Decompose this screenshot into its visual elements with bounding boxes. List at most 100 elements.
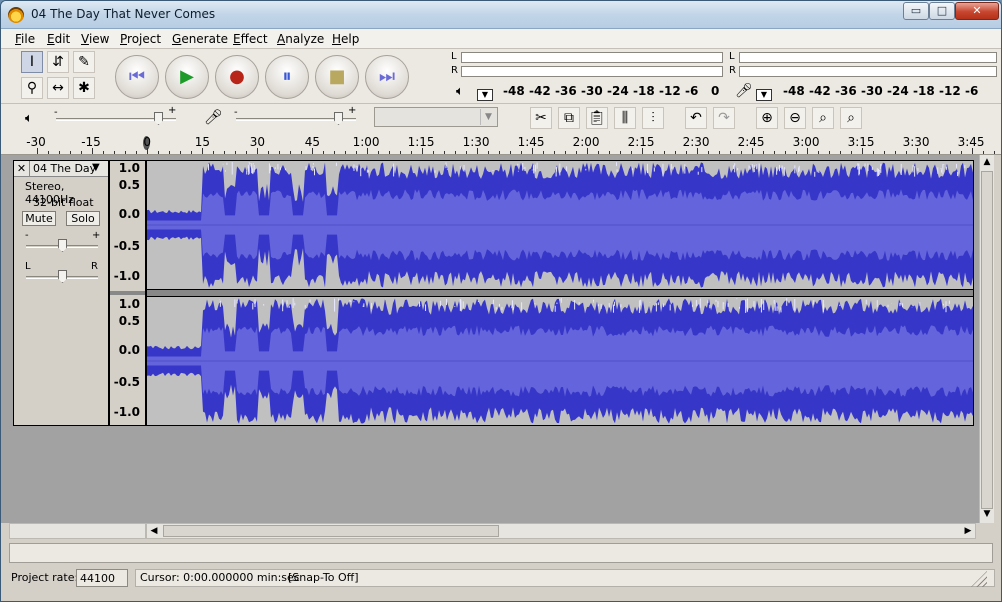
output-volume-thumb[interactable] — [154, 112, 163, 125]
ruler-label: 15 — [194, 135, 211, 149]
ruler-tick — [510, 151, 511, 154]
ruler-tick — [543, 151, 544, 154]
vertical-scrollbar[interactable]: ▲ ▼ — [979, 155, 994, 523]
meter-scale-label: -12 — [939, 84, 961, 98]
playback-meter-right — [461, 66, 723, 77]
pause-button[interactable]: ⏸ — [265, 55, 309, 99]
menu-accelerator: E — [233, 32, 241, 46]
record-meter-left — [739, 52, 997, 63]
trim-button[interactable]: ⫼ — [614, 107, 636, 129]
solo-button[interactable]: Solo — [66, 211, 100, 226]
amplitude-label: 0.0 — [118, 343, 140, 357]
ruler-tick — [653, 151, 654, 154]
menu-analyze[interactable]: Analyze — [277, 32, 324, 46]
undo-button[interactable]: ↶ — [685, 107, 707, 129]
ruler-tick — [554, 151, 555, 154]
envelope-tool-button[interactable]: ⇵ — [47, 51, 69, 73]
ruler-tick — [213, 151, 214, 154]
ruler-tick — [59, 151, 60, 154]
meter-scale-label: 0 — [711, 84, 720, 98]
gain-thumb[interactable] — [58, 239, 67, 252]
ruler-tick — [609, 151, 610, 154]
amplitude-label: 0.0 — [118, 207, 140, 221]
pan-thumb[interactable] — [58, 270, 67, 283]
paste-button[interactable]: 📋︎ — [586, 107, 608, 129]
mute-button[interactable]: Mute — [22, 211, 56, 226]
ruler-tick — [807, 148, 808, 154]
menu-view[interactable]: View — [81, 32, 109, 46]
scroll-up-icon[interactable]: ▲ — [980, 155, 994, 169]
ruler-tick — [48, 151, 49, 154]
track-menu-dropdown-icon[interactable]: ▼ — [92, 162, 100, 173]
skip-start-button[interactable]: ⏮ — [115, 55, 159, 99]
multi-tool-icon: ✱ — [78, 80, 90, 96]
scroll-right-icon[interactable]: ▶ — [961, 524, 975, 538]
horizontal-scrollbar[interactable]: ◀ ▶ — [146, 523, 976, 539]
playback-meter-menu-button[interactable]: ▼ — [477, 89, 493, 101]
input-volume-thumb[interactable] — [334, 112, 343, 125]
zoom-in-icon: ⊕ — [761, 110, 773, 126]
meter-scale-label: -6 — [965, 84, 979, 98]
redo-button[interactable]: ↷ — [713, 107, 735, 129]
scroll-down-icon[interactable]: ▼ — [980, 507, 994, 521]
menu-edit[interactable]: Edit — [47, 32, 70, 46]
window-title: 04 The Day That Never Comes — [31, 7, 216, 21]
ruler-tick — [323, 151, 324, 154]
silence-button[interactable]: ⫶ — [642, 107, 664, 129]
ruler-tick — [895, 151, 896, 154]
zoom-tool-button[interactable]: ⚲ — [21, 77, 43, 99]
draw-tool-icon: ✎ — [78, 54, 90, 70]
input-source-select[interactable]: ▼ — [374, 107, 498, 127]
vertical-scroll-thumb[interactable] — [981, 171, 993, 509]
track-close-button[interactable]: ✕ — [14, 161, 30, 176]
ruler-tick — [730, 151, 731, 154]
ruler-tick — [202, 148, 203, 154]
ruler-tick — [840, 151, 841, 154]
timeshift-tool-icon: ↔ — [52, 80, 64, 96]
menu-project[interactable]: Project — [120, 32, 161, 46]
timeshift-tool-button[interactable]: ↔ — [47, 77, 69, 99]
ruler-label: -15 — [81, 135, 101, 149]
ruler-tick — [125, 151, 126, 154]
ruler-tick — [81, 151, 82, 154]
zoom-out-button[interactable]: ⊖ — [784, 107, 806, 129]
copy-button[interactable]: ⧉ — [558, 107, 580, 129]
minimize-button[interactable]: ▭ — [903, 2, 929, 20]
record-meter-menu-button[interactable]: ▼ — [756, 89, 772, 101]
waveform-right-channel[interactable] — [146, 296, 974, 426]
menu-effect[interactable]: Effect — [233, 32, 268, 46]
timeline-ruler[interactable]: -30 -15 0 15 30 45 1:00 1:15 1:30 1:45 2:00 2:15 2:3… — [1, 133, 1001, 155]
ruler-label: 2:00 — [572, 135, 600, 149]
fit-selection-button[interactable]: ⌕ — [812, 107, 834, 129]
zoom-in-button[interactable]: ⊕ — [756, 107, 778, 129]
scroll-left-icon[interactable]: ◀ — [147, 524, 161, 538]
record-button[interactable]: ● — [215, 55, 259, 99]
ruler-tick — [576, 151, 577, 154]
ruler-tick — [719, 151, 720, 154]
cut-button[interactable]: ✂ — [530, 107, 552, 129]
stop-button[interactable]: ■ — [315, 55, 359, 99]
meter-rec-r-label: R — [729, 65, 736, 76]
ruler-label: 0 — [143, 135, 152, 149]
ruler-tick — [367, 148, 368, 154]
menu-generate[interactable]: Generate — [172, 32, 228, 46]
multi-tool-button[interactable]: ✱ — [73, 77, 95, 99]
track-name-button[interactable]: 04 The Day — [33, 162, 96, 175]
maximize-button[interactable]: □ — [929, 2, 955, 20]
menu-help[interactable]: Help — [332, 32, 359, 46]
ruler-tick — [466, 151, 467, 154]
track-bit-depth: 32-bit float — [33, 196, 94, 209]
fit-project-button[interactable]: ⌕ — [840, 107, 862, 129]
selection-tool-button[interactable]: I — [21, 51, 43, 73]
meter-scale-label: -42 — [529, 84, 551, 98]
waveform-left-channel[interactable] — [146, 160, 974, 290]
menu-file[interactable]: File — [15, 32, 35, 46]
skip-end-button[interactable]: ⏭ — [365, 55, 409, 99]
play-button[interactable]: ▶ — [165, 55, 209, 99]
meter-scale-label: -24 — [887, 84, 909, 98]
ruler-tick — [521, 151, 522, 154]
horizontal-scroll-thumb[interactable] — [163, 525, 499, 537]
draw-tool-button[interactable]: ✎ — [73, 51, 95, 73]
project-rate-input[interactable]: 44100 — [76, 569, 128, 587]
close-button[interactable]: ✕ — [955, 2, 999, 20]
